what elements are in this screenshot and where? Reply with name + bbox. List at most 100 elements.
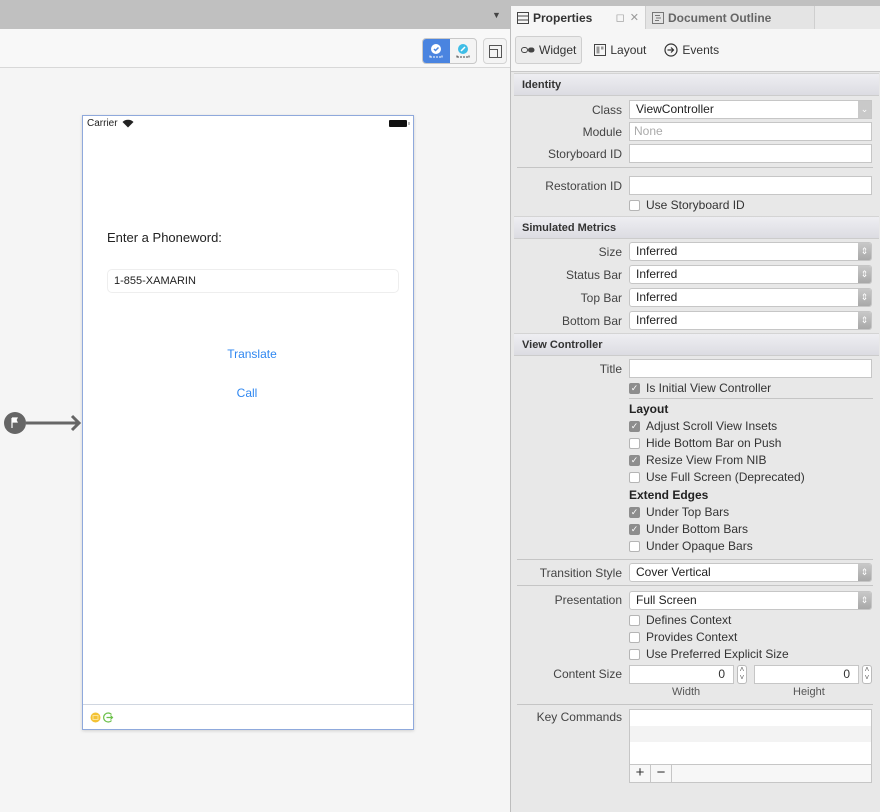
- module-field[interactable]: None: [629, 122, 872, 141]
- properties-icon: [517, 11, 529, 24]
- layout-icon: [488, 44, 502, 58]
- constraints-edit-button[interactable]: [423, 39, 450, 63]
- provides-context-checkbox[interactable]: Provides Context: [629, 630, 737, 644]
- checkbox-label: Defines Context: [646, 613, 732, 627]
- checkbox-label: Under Bottom Bars: [646, 522, 749, 536]
- chevron-down-icon[interactable]: ⌄: [858, 101, 871, 118]
- height-stepper[interactable]: ˄ ˅: [862, 665, 872, 684]
- presentation-label: Presentation: [554, 593, 622, 607]
- checkbox-box[interactable]: [629, 614, 640, 626]
- use-preferred-size-checkbox[interactable]: Use Preferred Explicit Size: [629, 647, 789, 661]
- tab-properties[interactable]: Properties ◻ ✕: [511, 6, 645, 29]
- add-key-command-button[interactable]: +: [630, 765, 651, 782]
- class-row: Class ViewController ⌄: [514, 98, 879, 120]
- bottom-bar-select[interactable]: Inferred ⇕: [629, 311, 872, 330]
- width-stepper[interactable]: ˄ ˅: [737, 665, 747, 684]
- subtab-layout[interactable]: Layout: [588, 36, 652, 64]
- subtab-widget[interactable]: Widget: [515, 36, 583, 64]
- resize-from-nib-checkbox[interactable]: ✓ Resize View From NIB: [629, 453, 766, 467]
- storyboard-id-field[interactable]: [629, 144, 872, 163]
- tab-label: Properties: [533, 10, 593, 25]
- widget-icon: [521, 47, 535, 53]
- layout-icon: [594, 44, 607, 56]
- checkbox-box[interactable]: ✓: [629, 420, 640, 432]
- under-top-bars-checkbox[interactable]: ✓ Under Top Bars: [629, 505, 729, 519]
- size-select[interactable]: Inferred ⇕: [629, 242, 872, 261]
- tab-document-outline[interactable]: Document Outline: [645, 6, 815, 29]
- simulated-metrics-header[interactable]: Simulated Metrics: [514, 216, 879, 239]
- layout-button[interactable]: [483, 38, 507, 64]
- layout-option: ✓ Resize View From NIB: [514, 453, 879, 470]
- adjust-scroll-insets-checkbox[interactable]: ✓ Adjust Scroll View Insets: [629, 419, 777, 433]
- call-button[interactable]: Call: [83, 386, 413, 400]
- table-row[interactable]: [630, 726, 871, 742]
- stepper-icon: ⇕: [858, 564, 871, 581]
- storyboard-canvas[interactable]: Carrier Enter a Phoneword: 1-855-XAMARIN…: [0, 29, 510, 812]
- content-width-field[interactable]: 0: [629, 665, 734, 684]
- select-value: Inferred: [636, 290, 678, 304]
- identity-header[interactable]: Identity: [514, 73, 879, 96]
- bottom-bar-row: Bottom Bar Inferred ⇕: [514, 309, 879, 332]
- transition-style-select[interactable]: Cover Vertical ⇕: [629, 563, 872, 582]
- title-row: Title: [514, 357, 879, 379]
- checkbox-box[interactable]: ✓: [629, 506, 640, 518]
- content-height-field[interactable]: 0: [754, 665, 859, 684]
- hide-bottom-bar-checkbox[interactable]: Hide Bottom Bar on Push: [629, 436, 781, 450]
- view-controller-icon[interactable]: [90, 712, 101, 723]
- view-controller-scene[interactable]: Carrier Enter a Phoneword: 1-855-XAMARIN…: [82, 115, 414, 730]
- subtab-events[interactable]: Events: [658, 36, 725, 64]
- presentation-option: Provides Context: [514, 629, 879, 646]
- defines-context-checkbox[interactable]: Defines Context: [629, 613, 731, 627]
- title-field[interactable]: [629, 359, 872, 378]
- restoration-id-label: Restoration ID: [545, 179, 622, 193]
- top-bar-row: Top Bar Inferred ⇕: [514, 286, 879, 309]
- panel-tabs: Properties ◻ ✕ Document Outline: [511, 6, 880, 29]
- class-combo[interactable]: ViewController ⌄: [629, 100, 872, 119]
- checkbox-box[interactable]: [629, 631, 640, 643]
- translate-button[interactable]: Translate: [83, 347, 413, 361]
- outline-icon: [652, 11, 664, 24]
- under-opaque-bars-checkbox[interactable]: Under Opaque Bars: [629, 539, 753, 553]
- size-row: Size Inferred ⇕: [514, 240, 879, 263]
- checkbox-box[interactable]: ✓: [629, 382, 640, 394]
- checkbox-box[interactable]: ✓: [629, 523, 640, 535]
- table-row[interactable]: [630, 742, 871, 758]
- checkbox-box[interactable]: [629, 199, 640, 211]
- status-bar-select[interactable]: Inferred ⇕: [629, 265, 872, 284]
- use-full-screen-checkbox[interactable]: Use Full Screen (Deprecated): [629, 470, 805, 484]
- key-commands-table[interactable]: + −: [629, 709, 872, 783]
- constraints-alt-button[interactable]: [450, 39, 477, 63]
- stepper-icon: ⇕: [858, 592, 871, 609]
- tab-menu-icon[interactable]: ▼: [492, 10, 501, 20]
- stepper-icon: ⇕: [858, 289, 871, 306]
- checkbox-box[interactable]: [629, 471, 640, 483]
- layout-option: Hide Bottom Bar on Push: [514, 436, 879, 453]
- select-value: Inferred: [636, 267, 678, 281]
- exit-icon[interactable]: [103, 711, 114, 723]
- title-label: Title: [599, 362, 622, 376]
- view-controller-header[interactable]: View Controller: [514, 333, 879, 356]
- entry-point-arrow[interactable]: [2, 410, 82, 436]
- extend-edge-option: ✓ Under Bottom Bars: [514, 522, 879, 539]
- table-row[interactable]: [630, 710, 871, 726]
- checkbox-box[interactable]: [629, 437, 640, 449]
- phoneword-label[interactable]: Enter a Phoneword:: [107, 230, 222, 245]
- close-icon[interactable]: ✕: [630, 11, 639, 24]
- checkbox-box[interactable]: [629, 648, 640, 660]
- restoration-id-field[interactable]: [629, 176, 872, 195]
- is-initial-vc-checkbox[interactable]: ✓ Is Initial View Controller: [629, 381, 771, 395]
- float-icon[interactable]: ◻: [616, 11, 625, 24]
- use-storyboard-id-checkbox[interactable]: Use Storyboard ID: [629, 198, 745, 212]
- presentation-select[interactable]: Full Screen ⇕: [629, 591, 872, 610]
- checkbox-label: Hide Bottom Bar on Push: [646, 436, 782, 450]
- constraints-toggle[interactable]: [422, 38, 477, 64]
- extend-edges-subheader-row: Extend Edges: [514, 487, 879, 505]
- top-bar-select[interactable]: Inferred ⇕: [629, 288, 872, 307]
- under-bottom-bars-checkbox[interactable]: ✓ Under Bottom Bars: [629, 522, 748, 536]
- status-bar-label: Status Bar: [565, 268, 622, 282]
- presentation-row: Presentation Full Screen ⇕: [514, 586, 879, 612]
- phoneword-text-field[interactable]: 1-855-XAMARIN: [107, 269, 399, 293]
- checkbox-box[interactable]: ✓: [629, 454, 640, 466]
- remove-key-command-button[interactable]: −: [651, 765, 672, 782]
- checkbox-box[interactable]: [629, 540, 640, 552]
